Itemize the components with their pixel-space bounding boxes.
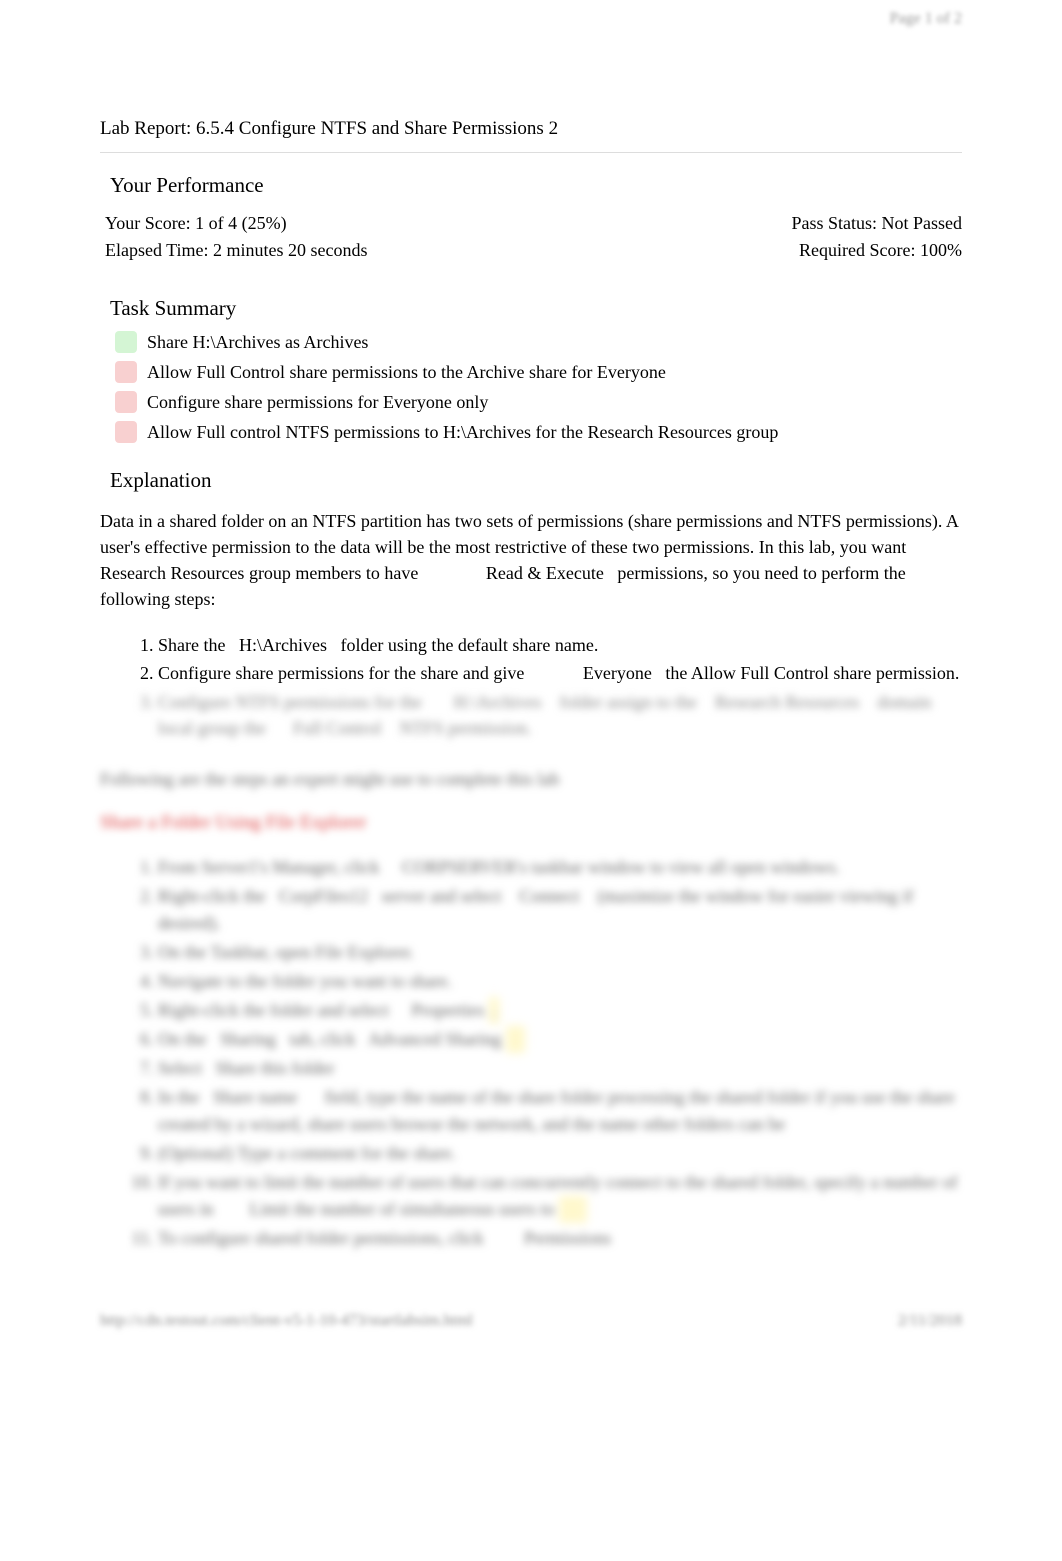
blurred-step: Right-click the CorpFiles12 server and s… [158,883,962,937]
check-icon [115,331,137,353]
step-item: Configure share permissions for the shar… [158,660,962,686]
divider [100,152,962,153]
performance-header: Your Performance [110,173,962,198]
blurred-steps-list: From Server1's Manager, click CORPSERVER… [100,854,962,1252]
blurred-step: Right-click the folder and select Proper… [158,997,962,1024]
blurred-step: Select Share this folder [158,1055,962,1082]
report-title: Lab Report: 6.5.4 Configure NTFS and Sha… [100,118,962,140]
blurred-step: In the Share name field, type the name o… [158,1084,962,1138]
step-item: Share the H:\Archives folder using the d… [158,632,962,658]
task-item: Configure share permissions for Everyone… [115,391,962,413]
blurred-step: (Optional) Type a comment for the share. [158,1140,962,1167]
blurred-step: If you want to limit the number of users… [158,1169,962,1223]
elapsed-time-label: Elapsed Time: 2 minutes 20 seconds [105,240,368,261]
task-item: Allow Full control NTFS permissions to H… [115,421,962,443]
footer-date: 2/11/2018 [898,1312,962,1330]
blurred-step: To configure shared folder permissions, … [158,1225,962,1252]
task-text: Share H:\Archives as Archives [147,332,368,353]
blurred-intro: Following are the steps an expert might … [100,766,962,792]
task-item: Allow Full Control share permissions to … [115,361,962,383]
page-number: Page 1 of 2 [100,0,962,28]
task-text: Allow Full control NTFS permissions to H… [147,422,778,443]
fail-icon [115,421,137,443]
pass-status-label: Pass Status: Not Passed [791,213,962,234]
blurred-step: From Server1's Manager, click CORPSERVER… [158,854,962,881]
blurred-section-heading: Share a Folder Using File Explorer [100,812,962,834]
task-text: Configure share permissions for Everyone… [147,392,488,413]
task-text: Allow Full Control share permissions to … [147,362,666,383]
explanation-steps: Share the H:\Archives folder using the d… [100,632,962,740]
fail-icon [115,391,137,413]
required-score-label: Required Score: 100% [799,240,962,261]
footer-url: http://cdn.testout.com/client-v5-1-10-47… [100,1312,473,1330]
page-footer: http://cdn.testout.com/client-v5-1-10-47… [100,1312,962,1330]
fail-icon [115,361,137,383]
explanation-paragraph: Data in a shared folder on an NTFS parti… [100,508,962,612]
blurred-step: Navigate to the folder you want to share… [158,968,962,995]
blurred-step: On the Taskbar, open File Explorer. [158,939,962,966]
step-item: Configure NTFS permissions for the H:\Ar… [158,689,962,741]
score-label: Your Score: 1 of 4 (25%) [105,213,287,234]
task-summary-header: Task Summary [110,296,962,321]
explanation-header: Explanation [110,468,962,493]
task-item: Share H:\Archives as Archives [115,331,962,353]
blurred-step: On the Sharing tab, click Advanced Shari… [158,1026,962,1053]
